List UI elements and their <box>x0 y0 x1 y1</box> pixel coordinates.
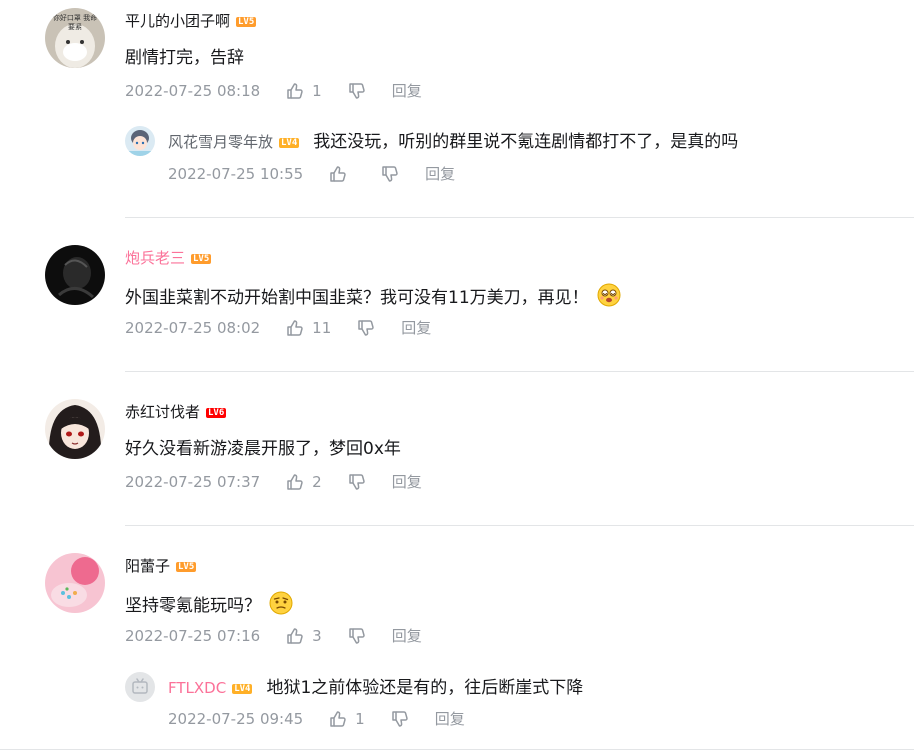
thumb-down-icon <box>358 320 374 336</box>
like-count: 1 <box>355 710 365 728</box>
dislike-button[interactable] <box>391 710 409 728</box>
like-button[interactable]: 11 <box>286 318 331 338</box>
reply-button[interactable]: 回复 <box>392 472 422 492</box>
thinking-face-icon <box>269 591 293 615</box>
thumb-down-icon <box>391 711 408 727</box>
like-button[interactable]: 1 <box>329 709 365 729</box>
comment-meta: 2022-07-25 07:16 3 回复 <box>125 626 422 646</box>
username[interactable]: FTLXDC LV4 <box>168 678 253 698</box>
avatar[interactable] <box>45 245 105 305</box>
dislike-button[interactable] <box>381 165 399 183</box>
username[interactable]: 炮兵老三 LV5 <box>125 248 212 268</box>
username[interactable]: 赤红讨伐者 LV6 <box>125 402 227 422</box>
username-text[interactable]: 风花雪月零年放 <box>168 133 273 151</box>
username[interactable]: 风花雪月零年放 LV4 <box>168 132 300 152</box>
avatar[interactable] <box>45 399 105 459</box>
avatar-caption: 你好口罩 我命要紧 <box>52 14 98 31</box>
like-count: 3 <box>312 627 322 645</box>
comment-text: 外国韭菜割不动开始割中国韭菜？我可没有11万美刀，再见！ <box>125 283 621 314</box>
thumb-down-icon <box>382 166 398 182</box>
thumb-up-icon <box>287 628 303 644</box>
level-badge: LV5 <box>236 16 257 27</box>
like-button[interactable]: 1 <box>286 81 322 101</box>
dislike-button[interactable] <box>357 319 375 337</box>
thumb-up-icon <box>330 711 346 727</box>
timestamp: 2022-07-25 08:02 <box>125 319 261 337</box>
thumb-up-icon <box>287 320 303 336</box>
avatar[interactable] <box>45 553 105 613</box>
dislike-button[interactable] <box>348 627 366 645</box>
reply-button[interactable]: 回复 <box>425 164 455 184</box>
like-count: 11 <box>312 319 332 337</box>
timestamp: 2022-07-25 10:55 <box>168 165 304 183</box>
timestamp: 2022-07-25 07:37 <box>125 473 261 491</box>
thinking-face-emoji <box>269 591 293 622</box>
comment-text: 好久没看新游凌晨开服了，梦回0x年 <box>125 439 401 459</box>
comment-meta: 2022-07-25 08:02 11 回复 <box>125 318 431 338</box>
level-badge: LV6 <box>206 407 227 418</box>
like-button[interactable] <box>329 165 355 183</box>
dislike-button[interactable] <box>348 82 366 100</box>
level-badge: LV4 <box>279 137 300 148</box>
reply-button[interactable]: 回复 <box>392 626 422 646</box>
timestamp: 2022-07-25 07:16 <box>125 627 261 645</box>
timestamp: 2022-07-25 08:18 <box>125 82 261 100</box>
avatar[interactable]: 你好口罩 我命要紧 <box>45 8 105 68</box>
reply-meta: 2022-07-25 09:45 1 回复 <box>168 709 465 729</box>
username-text[interactable]: 赤红讨伐者 <box>125 403 200 421</box>
username-text[interactable]: FTLXDC <box>168 679 226 697</box>
thumb-down-icon <box>348 83 365 99</box>
comment-text: 剧情打完，告辞 <box>125 48 244 68</box>
reply-button[interactable]: 回复 <box>392 81 422 101</box>
level-badge: LV4 <box>232 683 253 694</box>
like-count: 2 <box>312 473 322 491</box>
dislike-button[interactable] <box>348 473 366 491</box>
divider <box>125 525 914 526</box>
divider <box>0 749 914 750</box>
thumb-up-icon <box>330 166 346 182</box>
like-button[interactable]: 2 <box>286 472 322 492</box>
thumb-up-icon <box>287 83 303 99</box>
comment-text-body: 外国韭菜割不动开始割中国韭菜？我可没有11万美刀，再见！ <box>125 288 589 308</box>
reply-text: 地狱1之前体验还是有的，往后断崖式下降 <box>266 678 584 698</box>
reply-text: 我还没玩，听别的群里说不氪连剧情都打不了，是真的吗 <box>313 132 739 152</box>
like-count: 1 <box>312 82 322 100</box>
username[interactable]: 阳蕾子 LV5 <box>125 556 197 576</box>
username-text[interactable]: 阳蕾子 <box>125 557 170 575</box>
thumb-down-icon <box>348 474 365 490</box>
reply-button[interactable]: 回复 <box>401 318 431 338</box>
level-badge: LV5 <box>176 561 197 572</box>
timestamp: 2022-07-25 09:45 <box>168 710 304 728</box>
thumb-up-icon <box>287 474 303 490</box>
dizzy-face-icon <box>597 283 621 307</box>
thumb-down-icon <box>348 628 365 644</box>
level-badge: LV5 <box>191 253 212 264</box>
reply-meta: 2022-07-25 10:55 回复 <box>168 164 455 184</box>
comment-text: 坚持零氪能玩吗？ <box>125 591 293 622</box>
like-button[interactable]: 3 <box>286 626 322 646</box>
username[interactable]: 平儿的小团子啊 LV5 <box>125 11 257 31</box>
divider <box>125 371 914 372</box>
username-text[interactable]: 平儿的小团子啊 <box>125 12 230 30</box>
avatar[interactable] <box>125 672 155 702</box>
comment-meta: 2022-07-25 07:37 2 回复 <box>125 472 422 492</box>
reply-button[interactable]: 回复 <box>435 709 465 729</box>
comment-text-body: 坚持零氪能玩吗？ <box>125 596 261 616</box>
avatar[interactable] <box>125 126 155 156</box>
comment-meta: 2022-07-25 08:18 1 回复 <box>125 81 422 101</box>
dizzy-face-emoji <box>597 283 621 314</box>
divider <box>125 217 914 218</box>
username-text[interactable]: 炮兵老三 <box>125 249 185 267</box>
